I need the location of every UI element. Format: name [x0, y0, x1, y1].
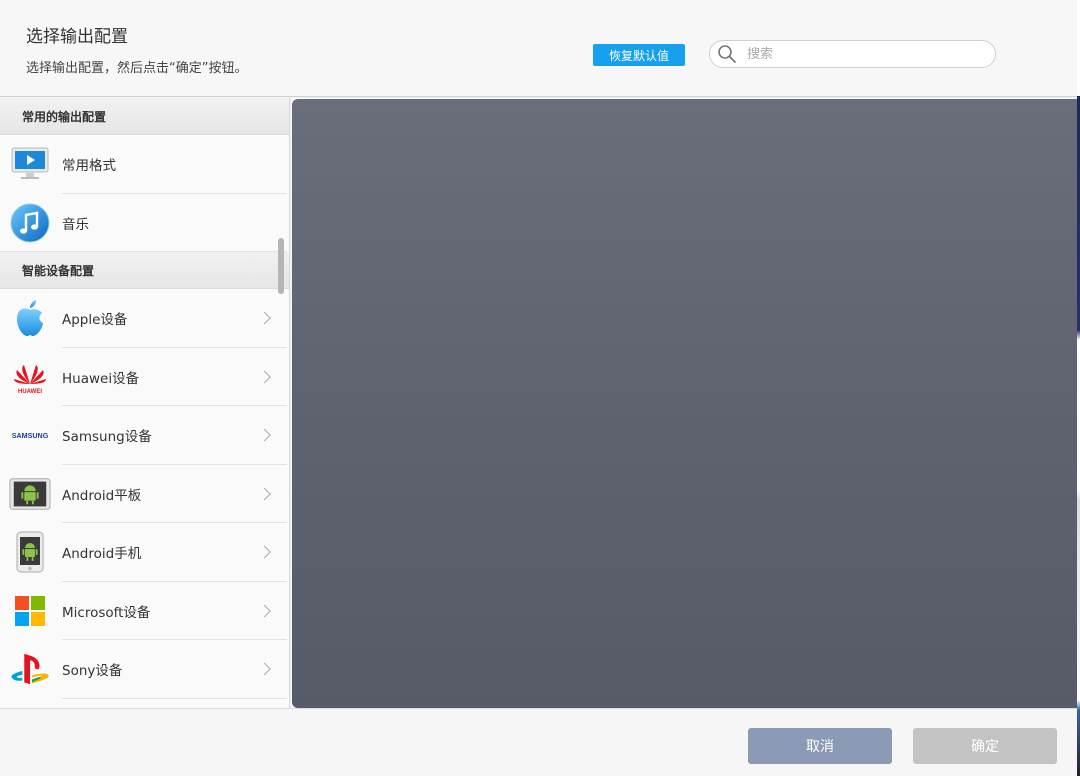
search-input[interactable]: [747, 46, 977, 62]
sidebar-item-label: 常用格式: [62, 158, 116, 175]
profile-sidebar: 常用的输出配置 常用格式 音乐 智能设备配置 Apple设备 HUAWEI Hu…: [0, 98, 290, 708]
restore-defaults-button[interactable]: 恢复默认值: [593, 44, 685, 66]
chevron-right-icon: [258, 604, 271, 618]
chevron-right-icon: [258, 545, 271, 559]
page-title: 选择输出配置: [26, 27, 128, 47]
huawei-logo-icon: HUAWEI: [9, 356, 51, 398]
search-icon: [718, 45, 736, 63]
samsung-logo-icon: SAMSUNG: [9, 414, 51, 456]
chevron-right-icon: [258, 428, 271, 442]
search-box[interactable]: [709, 40, 996, 68]
section-header-common: 常用的输出配置: [0, 98, 289, 135]
dialog-footer: 取消 确定: [0, 708, 1077, 776]
apple-logo-icon: [9, 297, 51, 339]
android-phone-icon: [9, 531, 51, 573]
profile-preview-panel: [292, 99, 1077, 708]
chevron-right-icon: [258, 311, 271, 325]
sidebar-item-label: Android平板: [62, 487, 142, 504]
sidebar-item-label: Huawei设备: [62, 370, 140, 387]
sidebar-item-microsoft[interactable]: Microsoft设备: [0, 581, 289, 640]
huawei-logo-text: HUAWEI: [18, 389, 42, 395]
chevron-right-icon: [258, 487, 271, 501]
ok-button[interactable]: 确定: [913, 728, 1057, 764]
sidebar-item-label: Android手机: [62, 546, 142, 563]
chevron-right-icon: [258, 370, 271, 384]
sidebar-item-music[interactable]: 音乐: [0, 193, 289, 252]
sidebar-item-apple[interactable]: Apple设备: [0, 289, 289, 348]
sidebar-item-samsung[interactable]: SAMSUNG Samsung设备: [0, 406, 289, 465]
sidebar-item-label: Sony设备: [62, 663, 123, 680]
android-tablet-icon: [9, 473, 51, 515]
sidebar-item-label: 音乐: [62, 216, 89, 233]
samsung-logo-text: SAMSUNG: [12, 432, 49, 440]
monitor-icon: [9, 143, 51, 185]
sidebar-item-android-tablet[interactable]: Android平板: [0, 464, 289, 523]
sidebar-item-android-phone[interactable]: Android手机: [0, 523, 289, 582]
sidebar-item-common-formats[interactable]: 常用格式: [0, 135, 289, 194]
chevron-right-icon: [258, 662, 271, 676]
sidebar-item-label: Apple设备: [62, 312, 128, 329]
page-subtitle: 选择输出配置，然后点击“确定”按钮。: [26, 61, 248, 76]
cancel-button[interactable]: 取消: [748, 728, 892, 764]
music-note-icon: [9, 202, 51, 244]
sidebar-item-huawei[interactable]: HUAWEI Huawei设备: [0, 347, 289, 406]
dialog-header: 选择输出配置 选择输出配置，然后点击“确定”按钮。 恢复默认值: [0, 0, 1077, 97]
playstation-logo-icon: [9, 648, 51, 690]
sidebar-scrollbar[interactable]: [278, 238, 284, 294]
sidebar-item-sony[interactable]: Sony设备: [0, 640, 289, 699]
sidebar-item-label: Samsung设备: [62, 429, 152, 446]
sidebar-item-label: Microsoft设备: [62, 604, 151, 621]
section-header-devices: 智能设备配置: [0, 252, 289, 289]
microsoft-logo-icon: [9, 590, 51, 632]
